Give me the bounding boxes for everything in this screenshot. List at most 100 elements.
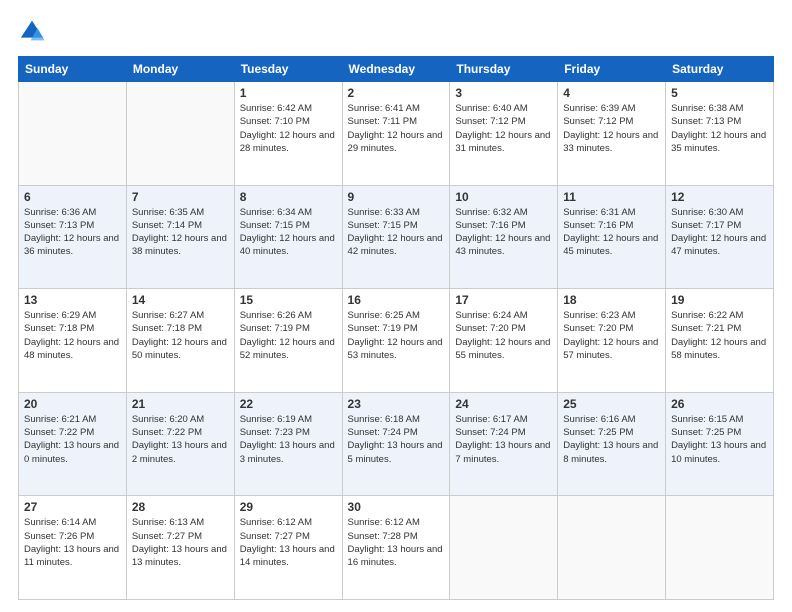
day-info: Sunrise: 6:25 AM Sunset: 7:19 PM Dayligh… [348, 309, 445, 362]
day-number: 11 [563, 190, 660, 204]
day-cell: 4Sunrise: 6:39 AM Sunset: 7:12 PM Daylig… [558, 82, 666, 186]
day-cell: 28 Sunrise: 6:13 AM Sunset: 7:27 PM Dayli… [126, 496, 234, 600]
day-cell: 3 Sunrise: 6:40 AM Sunset: 7:12 PM Daylig… [450, 82, 558, 186]
day-number: 12 [671, 190, 768, 204]
day-info: Sunrise: 6:24 AM Sunset: 7:20 PM Dayligh… [455, 309, 552, 362]
day-info: Sunrise: 6:20 AM Sunset: 7:22 PM Dayligh… [132, 413, 229, 466]
day-cell: 21 Sunrise: 6:20 AM Sunset: 7:22 PM Dayli… [126, 392, 234, 496]
day-number: 2 [348, 86, 445, 100]
day-cell [558, 496, 666, 600]
day-cell: 23 Sunrise: 6:18 AM Sunset: 7:24 PM Dayli… [342, 392, 450, 496]
week-row-1: 1 Sunrise: 6:42 AM Sunset: 7:10 PM Daylig… [19, 82, 774, 186]
day-cell: 1 Sunrise: 6:42 AM Sunset: 7:10 PM Daylig… [234, 82, 342, 186]
day-info: Sunrise: 6:32 AM Sunset: 7:16 PM Dayligh… [455, 206, 552, 259]
day-cell: 8Sunrise: 6:34 AM Sunset: 7:15 PM Daylig… [234, 185, 342, 289]
day-info: Sunrise: 6:30 AM Sunset: 7:17 PM Dayligh… [671, 206, 768, 259]
day-number: 27 [24, 500, 121, 514]
day-number: 25 [563, 397, 660, 411]
day-cell: 6Sunrise: 6:36 AM Sunset: 7:13 PM Daylig… [19, 185, 127, 289]
day-number: 21 [132, 397, 229, 411]
day-number: 26 [671, 397, 768, 411]
day-info: Sunrise: 6:35 AM Sunset: 7:14 PM Dayligh… [132, 206, 229, 259]
day-number: 14 [132, 293, 229, 307]
day-cell: 20 Sunrise: 6:21 AM Sunset: 7:22 PM Dayli… [19, 392, 127, 496]
day-info: Sunrise: 6:21 AM Sunset: 7:22 PM Dayligh… [24, 413, 121, 466]
day-cell: 16 Sunrise: 6:25 AM Sunset: 7:19 PM Dayli… [342, 289, 450, 393]
day-info: Sunrise: 6:38 AM Sunset: 7:13 PM Dayligh… [671, 102, 768, 155]
col-header-friday: Friday [558, 57, 666, 82]
day-number: 3 [455, 86, 552, 100]
col-header-thursday: Thursday [450, 57, 558, 82]
day-info: Sunrise: 6:33 AM Sunset: 7:15 PM Dayligh… [348, 206, 445, 259]
day-number: 5 [671, 86, 768, 100]
day-cell: 11 Sunrise: 6:31 AM Sunset: 7:16 PM Dayli… [558, 185, 666, 289]
header [18, 18, 774, 46]
day-cell: 26Sunrise: 6:15 AM Sunset: 7:25 PM Dayli… [666, 392, 774, 496]
day-cell: 29Sunrise: 6:12 AM Sunset: 7:27 PM Dayli… [234, 496, 342, 600]
day-number: 10 [455, 190, 552, 204]
day-info: Sunrise: 6:22 AM Sunset: 7:21 PM Dayligh… [671, 309, 768, 362]
day-cell: 10 Sunrise: 6:32 AM Sunset: 7:16 PM Dayli… [450, 185, 558, 289]
day-number: 28 [132, 500, 229, 514]
day-info: Sunrise: 6:40 AM Sunset: 7:12 PM Dayligh… [455, 102, 552, 155]
day-cell: 27 Sunrise: 6:14 AM Sunset: 7:26 PM Dayli… [19, 496, 127, 600]
day-info: Sunrise: 6:27 AM Sunset: 7:18 PM Dayligh… [132, 309, 229, 362]
col-header-wednesday: Wednesday [342, 57, 450, 82]
day-number: 16 [348, 293, 445, 307]
day-info: Sunrise: 6:19 AM Sunset: 7:23 PM Dayligh… [240, 413, 337, 466]
day-cell [19, 82, 127, 186]
col-header-saturday: Saturday [666, 57, 774, 82]
day-number: 8 [240, 190, 337, 204]
day-number: 1 [240, 86, 337, 100]
day-cell: 5 Sunrise: 6:38 AM Sunset: 7:13 PM Daylig… [666, 82, 774, 186]
day-cell: 17 Sunrise: 6:24 AM Sunset: 7:20 PM Dayli… [450, 289, 558, 393]
day-number: 17 [455, 293, 552, 307]
day-number: 13 [24, 293, 121, 307]
calendar: SundayMondayTuesdayWednesdayThursdayFrid… [18, 56, 774, 600]
day-info: Sunrise: 6:13 AM Sunset: 7:27 PM Dayligh… [132, 516, 229, 569]
day-number: 18 [563, 293, 660, 307]
day-info: Sunrise: 6:12 AM Sunset: 7:28 PM Dayligh… [348, 516, 445, 569]
day-cell: 25 Sunrise: 6:16 AM Sunset: 7:25 PM Dayli… [558, 392, 666, 496]
calendar-header-row: SundayMondayTuesdayWednesdayThursdayFrid… [19, 57, 774, 82]
day-info: Sunrise: 6:31 AM Sunset: 7:16 PM Dayligh… [563, 206, 660, 259]
day-number: 15 [240, 293, 337, 307]
page: SundayMondayTuesdayWednesdayThursdayFrid… [0, 0, 792, 612]
day-info: Sunrise: 6:23 AM Sunset: 7:20 PM Dayligh… [563, 309, 660, 362]
day-cell: 12 Sunrise: 6:30 AM Sunset: 7:17 PM Dayli… [666, 185, 774, 289]
day-info: Sunrise: 6:42 AM Sunset: 7:10 PM Dayligh… [240, 102, 337, 155]
day-cell: 24Sunrise: 6:17 AM Sunset: 7:24 PM Dayli… [450, 392, 558, 496]
day-info: Sunrise: 6:36 AM Sunset: 7:13 PM Dayligh… [24, 206, 121, 259]
logo-icon [18, 18, 46, 46]
day-number: 23 [348, 397, 445, 411]
day-cell: 14 Sunrise: 6:27 AM Sunset: 7:18 PM Dayli… [126, 289, 234, 393]
week-row-4: 20 Sunrise: 6:21 AM Sunset: 7:22 PM Dayli… [19, 392, 774, 496]
day-info: Sunrise: 6:16 AM Sunset: 7:25 PM Dayligh… [563, 413, 660, 466]
day-number: 7 [132, 190, 229, 204]
day-cell: 22Sunrise: 6:19 AM Sunset: 7:23 PM Dayli… [234, 392, 342, 496]
day-number: 9 [348, 190, 445, 204]
day-info: Sunrise: 6:14 AM Sunset: 7:26 PM Dayligh… [24, 516, 121, 569]
day-cell: 13 Sunrise: 6:29 AM Sunset: 7:18 PM Dayli… [19, 289, 127, 393]
day-cell [126, 82, 234, 186]
col-header-monday: Monday [126, 57, 234, 82]
day-number: 4 [563, 86, 660, 100]
day-info: Sunrise: 6:17 AM Sunset: 7:24 PM Dayligh… [455, 413, 552, 466]
day-cell: 18 Sunrise: 6:23 AM Sunset: 7:20 PM Dayli… [558, 289, 666, 393]
day-cell: 15 Sunrise: 6:26 AM Sunset: 7:19 PM Dayli… [234, 289, 342, 393]
day-cell [450, 496, 558, 600]
day-info: Sunrise: 6:41 AM Sunset: 7:11 PM Dayligh… [348, 102, 445, 155]
day-info: Sunrise: 6:29 AM Sunset: 7:18 PM Dayligh… [24, 309, 121, 362]
day-cell: 19Sunrise: 6:22 AM Sunset: 7:21 PM Dayli… [666, 289, 774, 393]
week-row-2: 6Sunrise: 6:36 AM Sunset: 7:13 PM Daylig… [19, 185, 774, 289]
day-info: Sunrise: 6:18 AM Sunset: 7:24 PM Dayligh… [348, 413, 445, 466]
day-number: 30 [348, 500, 445, 514]
day-number: 29 [240, 500, 337, 514]
day-number: 20 [24, 397, 121, 411]
week-row-3: 13 Sunrise: 6:29 AM Sunset: 7:18 PM Dayli… [19, 289, 774, 393]
day-info: Sunrise: 6:26 AM Sunset: 7:19 PM Dayligh… [240, 309, 337, 362]
day-cell [666, 496, 774, 600]
col-header-sunday: Sunday [19, 57, 127, 82]
day-cell: 2 Sunrise: 6:41 AM Sunset: 7:11 PM Daylig… [342, 82, 450, 186]
day-cell: 7 Sunrise: 6:35 AM Sunset: 7:14 PM Daylig… [126, 185, 234, 289]
